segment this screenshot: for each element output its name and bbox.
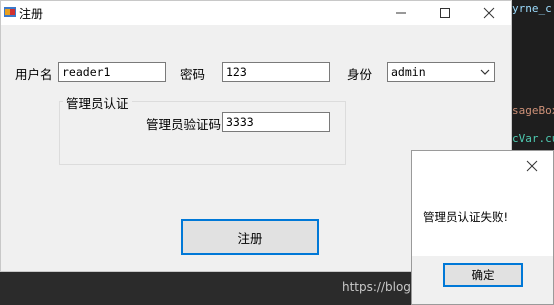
close-icon bbox=[483, 7, 495, 19]
minimize-icon bbox=[396, 12, 406, 14]
role-label: 身份 bbox=[347, 67, 373, 82]
register-button[interactable]: 注册 bbox=[181, 219, 319, 255]
password-label: 密码 bbox=[180, 67, 206, 82]
message-text: 管理员认证失败! bbox=[423, 210, 509, 224]
code-line: yrne_c bbox=[512, 2, 552, 15]
admin-auth-group-title: 管理员认证 bbox=[63, 93, 132, 112]
close-button[interactable] bbox=[467, 1, 511, 25]
username-label: 用户名 bbox=[15, 67, 53, 82]
message-close-button[interactable] bbox=[523, 157, 541, 175]
admin-code-label: 管理员验证码 bbox=[146, 117, 222, 132]
minimize-button[interactable] bbox=[379, 1, 423, 25]
username-field[interactable]: reader1 bbox=[58, 62, 166, 82]
password-field[interactable]: 123 bbox=[222, 62, 330, 82]
message-box: 管理员认证失败! 确定 bbox=[411, 150, 554, 305]
code-line: cVar.cu bbox=[512, 132, 554, 145]
admin-code-field[interactable]: 3333 bbox=[222, 112, 330, 132]
maximize-button[interactable] bbox=[423, 1, 467, 25]
role-select[interactable]: admin bbox=[387, 62, 495, 82]
close-icon bbox=[526, 160, 538, 172]
role-select-value: admin bbox=[391, 65, 426, 79]
ok-button[interactable]: 确定 bbox=[443, 263, 523, 287]
window-title: 注册 bbox=[19, 7, 44, 21]
maximize-icon bbox=[440, 8, 450, 18]
chevron-down-icon bbox=[480, 69, 490, 75]
app-icon bbox=[4, 7, 16, 17]
title-bar[interactable]: 注册 bbox=[1, 1, 511, 25]
code-line: sageBox bbox=[512, 104, 554, 117]
